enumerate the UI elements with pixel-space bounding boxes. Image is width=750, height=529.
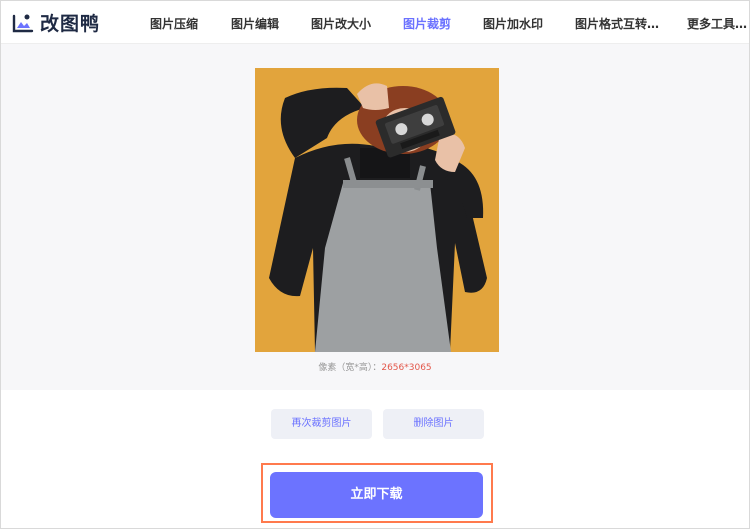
nav-image-format-convert[interactable]: 图片格式互转… bbox=[575, 15, 659, 32]
top-header: 改图鸭 图片压缩 图片编辑 图片改大小 图片裁剪 图片加水印 图片格式互转… 更… bbox=[0, 0, 750, 44]
nav-image-resize[interactable]: 图片改大小 bbox=[311, 15, 371, 32]
dimensions-value: 2656*3065 bbox=[381, 363, 432, 373]
cropped-image-preview bbox=[255, 68, 499, 352]
recrop-button[interactable]: 再次裁剪图片 bbox=[271, 409, 372, 439]
image-dimensions: 像素（宽*高）：2656*3065 bbox=[0, 360, 750, 373]
dimensions-label: 像素（宽*高）： bbox=[318, 363, 382, 373]
delete-image-button[interactable]: 删除图片 bbox=[383, 409, 484, 439]
portrait-photo bbox=[255, 68, 499, 352]
download-now-button[interactable]: 立即下载 bbox=[270, 472, 483, 518]
main-nav: 图片压缩 图片编辑 图片改大小 图片裁剪 图片加水印 图片格式互转… 更多工具… bbox=[0, 0, 750, 44]
nav-image-compress[interactable]: 图片压缩 bbox=[150, 15, 198, 32]
nav-image-edit[interactable]: 图片编辑 bbox=[231, 15, 279, 32]
nav-image-watermark[interactable]: 图片加水印 bbox=[483, 15, 543, 32]
nav-more-tools[interactable]: 更多工具… bbox=[687, 15, 747, 32]
nav-image-crop[interactable]: 图片裁剪 bbox=[403, 15, 451, 32]
